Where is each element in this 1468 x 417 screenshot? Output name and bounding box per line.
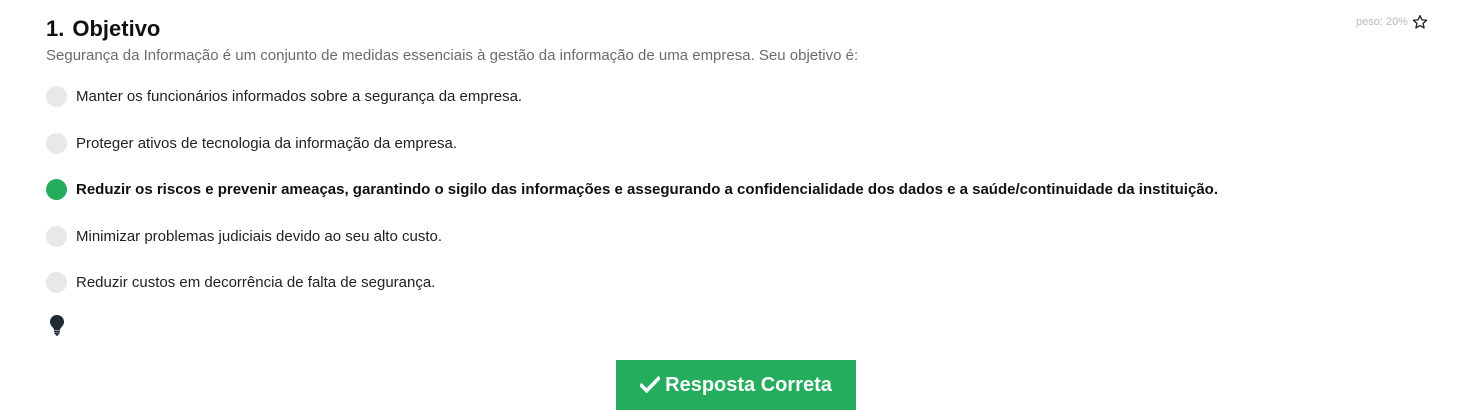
radio-button[interactable] (46, 272, 67, 293)
lightbulb-icon[interactable] (48, 314, 66, 336)
star-icon[interactable] (1412, 14, 1428, 30)
question-prompt: Segurança da Informação é um conjunto de… (46, 47, 859, 64)
answer-option-label: Minimizar problemas judiciais devido ao … (76, 227, 443, 245)
radio-button[interactable] (46, 225, 67, 247)
correct-answer-button[interactable]: Resposta Correta (616, 360, 856, 410)
radio-button-selected[interactable] (46, 179, 67, 200)
answer-option-label: Proteger ativos de tecnologia da informa… (76, 134, 458, 152)
answer-option-label: Manter os funcionários informados sobre … (76, 88, 523, 105)
answer-option[interactable]: Proteger ativos de tecnologia da informa… (46, 127, 1426, 160)
radio-button[interactable] (46, 132, 67, 154)
answer-option[interactable]: Manter os funcionários informados sobre … (46, 80, 1426, 113)
question-title: Objetivo (72, 16, 161, 41)
answer-option[interactable]: Reduzir custos em decorrência de falta d… (46, 266, 1426, 299)
answer-option-selected[interactable]: Reduzir os riscos e prevenir ameaças, ga… (46, 173, 1426, 206)
question-header: 1. Objetivo (46, 16, 160, 42)
radio-button[interactable] (46, 86, 67, 107)
answer-option[interactable]: Minimizar problemas judiciais devido ao … (46, 220, 1426, 253)
answer-options: Manter os funcionários informados sobre … (46, 80, 1426, 313)
question-number: 1. (46, 16, 65, 41)
answer-option-label: Reduzir os riscos e prevenir ameaças, ga… (76, 181, 1218, 198)
correct-answer-label: Resposta Correta (665, 373, 832, 396)
weight-label: peso: 20% (1356, 16, 1408, 28)
answer-option-label: Reduzir custos em decorrência de falta d… (76, 274, 436, 291)
question-weight: peso: 20% (1356, 14, 1428, 30)
check-icon (639, 375, 662, 394)
